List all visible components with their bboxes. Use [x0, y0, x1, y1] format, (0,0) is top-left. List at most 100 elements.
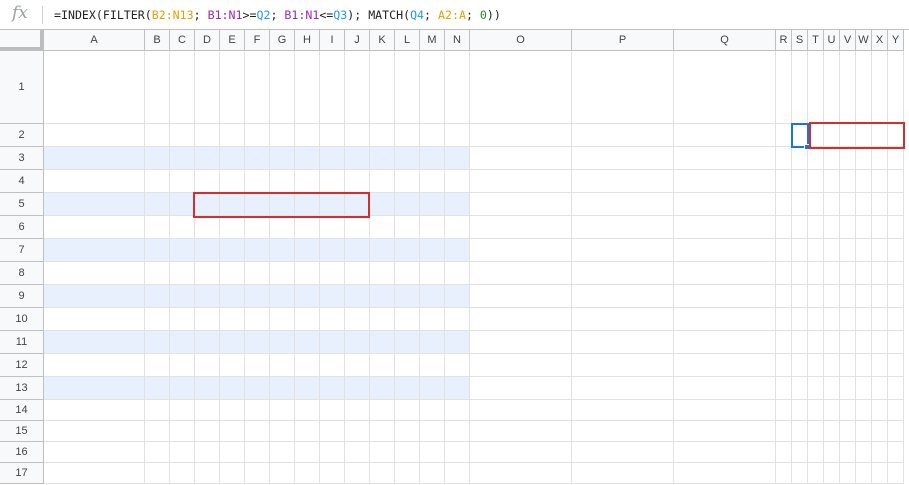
- grid-cell[interactable]: [270, 463, 295, 484]
- grid-cell[interactable]: [470, 308, 572, 331]
- grid-cell[interactable]: [872, 331, 888, 354]
- grid-cell[interactable]: [808, 463, 824, 484]
- value-cell[interactable]: [370, 239, 395, 262]
- value-cell[interactable]: [395, 354, 420, 377]
- grid-cell[interactable]: [470, 239, 572, 262]
- grid-cell[interactable]: [420, 400, 445, 421]
- value-cell[interactable]: [270, 354, 295, 377]
- grid-cell[interactable]: [395, 51, 420, 124]
- value-cell[interactable]: [145, 285, 170, 308]
- grid-cell[interactable]: [888, 463, 904, 484]
- grid-cell[interactable]: [824, 285, 840, 308]
- grid-cell[interactable]: [824, 442, 840, 463]
- grid-cell[interactable]: [572, 51, 674, 124]
- grid-cell[interactable]: [776, 51, 792, 124]
- value-cell[interactable]: [395, 170, 420, 193]
- grid-cell[interactable]: [572, 124, 674, 147]
- grid-cell[interactable]: [195, 463, 220, 484]
- grid-cell[interactable]: [872, 421, 888, 442]
- grid-cell[interactable]: [824, 239, 840, 262]
- grid-cell[interactable]: [856, 377, 872, 400]
- grid-cell[interactable]: [792, 308, 808, 331]
- grid-cell[interactable]: [572, 308, 674, 331]
- grid-cell[interactable]: [245, 421, 270, 442]
- grid-cell[interactable]: [220, 400, 245, 421]
- grid-cell[interactable]: [44, 421, 145, 442]
- value-cell[interactable]: [170, 285, 195, 308]
- grid-cell[interactable]: [470, 285, 572, 308]
- column-header-p[interactable]: P: [572, 30, 674, 51]
- grid-cell[interactable]: [674, 308, 776, 331]
- grid-cell[interactable]: [888, 421, 904, 442]
- grid-cell[interactable]: [856, 124, 872, 147]
- grid-cell[interactable]: [295, 421, 320, 442]
- grid-cell[interactable]: [776, 331, 792, 354]
- grid-cell[interactable]: [872, 400, 888, 421]
- grid-cell[interactable]: [572, 262, 674, 285]
- grid-cell[interactable]: [572, 239, 674, 262]
- value-cell[interactable]: [445, 354, 470, 377]
- value-cell[interactable]: [370, 124, 395, 147]
- value-cell[interactable]: [345, 354, 370, 377]
- value-cell[interactable]: [320, 239, 345, 262]
- value-cell[interactable]: [170, 308, 195, 331]
- value-cell[interactable]: [220, 285, 245, 308]
- grid-cell[interactable]: [888, 170, 904, 193]
- grid-cell[interactable]: [808, 354, 824, 377]
- value-cell[interactable]: [295, 308, 320, 331]
- grid-cell[interactable]: [888, 285, 904, 308]
- row-header-8[interactable]: 8: [0, 262, 44, 285]
- value-cell[interactable]: [370, 170, 395, 193]
- grid-cell[interactable]: [792, 421, 808, 442]
- grid-cell[interactable]: [395, 400, 420, 421]
- hospital-name-cell[interactable]: [44, 124, 145, 147]
- value-cell[interactable]: [420, 354, 445, 377]
- grid-cell[interactable]: [824, 170, 840, 193]
- grid-cell[interactable]: [888, 377, 904, 400]
- grid-cell[interactable]: [572, 377, 674, 400]
- grid-cell[interactable]: [824, 463, 840, 484]
- grid-cell[interactable]: [856, 193, 872, 216]
- grid-cell[interactable]: [808, 421, 824, 442]
- hospital-name-cell[interactable]: [44, 331, 145, 354]
- hospital-name-cell[interactable]: [44, 193, 145, 216]
- value-cell[interactable]: [270, 216, 295, 239]
- value-cell[interactable]: [370, 193, 395, 216]
- grid-cell[interactable]: [888, 442, 904, 463]
- value-cell[interactable]: [320, 147, 345, 170]
- grid-cell[interactable]: [776, 377, 792, 400]
- grid-cell[interactable]: [674, 216, 776, 239]
- grid-cell[interactable]: [572, 147, 674, 170]
- grid-cell[interactable]: [776, 421, 792, 442]
- grid-cell[interactable]: [572, 170, 674, 193]
- row-header-2[interactable]: 2: [0, 124, 44, 147]
- value-cell[interactable]: [245, 377, 270, 400]
- grid-cell[interactable]: [195, 421, 220, 442]
- value-cell[interactable]: [295, 331, 320, 354]
- grid-cell[interactable]: [776, 463, 792, 484]
- grid-cell[interactable]: [824, 193, 840, 216]
- row-header-10[interactable]: 10: [0, 308, 44, 331]
- grid-cell[interactable]: [856, 285, 872, 308]
- grid-cell[interactable]: [872, 285, 888, 308]
- grid-cell[interactable]: [792, 442, 808, 463]
- grid-cell[interactable]: [572, 442, 674, 463]
- value-cell[interactable]: [320, 193, 345, 216]
- grid-cell[interactable]: [824, 147, 840, 170]
- grid-cell[interactable]: [470, 463, 572, 484]
- grid-cell[interactable]: [776, 193, 792, 216]
- value-cell[interactable]: [145, 216, 170, 239]
- value-cell[interactable]: [320, 377, 345, 400]
- grid-cell[interactable]: [572, 421, 674, 442]
- value-cell[interactable]: [295, 239, 320, 262]
- value-cell[interactable]: [445, 193, 470, 216]
- grid-cell[interactable]: [674, 442, 776, 463]
- grid-cell[interactable]: [370, 51, 395, 124]
- grid-cell[interactable]: [44, 463, 145, 484]
- value-cell[interactable]: [370, 354, 395, 377]
- value-cell[interactable]: [270, 285, 295, 308]
- grid-cell[interactable]: [824, 377, 840, 400]
- grid-cell[interactable]: [792, 262, 808, 285]
- row-header-5[interactable]: 5: [0, 193, 44, 216]
- grid-cell[interactable]: [220, 442, 245, 463]
